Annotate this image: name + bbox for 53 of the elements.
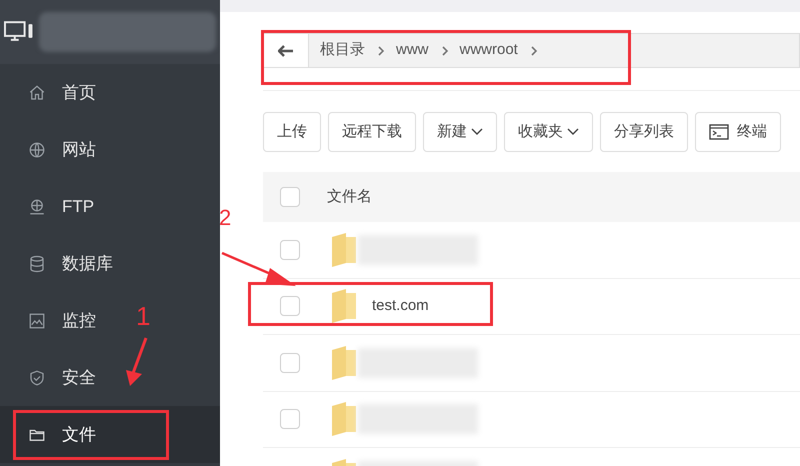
caret-icon [471,128,483,136]
checkbox[interactable] [280,187,300,207]
breadcrumb-link[interactable]: wwwroot [460,39,518,62]
checkbox[interactable] [280,240,300,260]
chevron-right-icon [440,44,448,56]
computer-icon [4,20,36,44]
sidebar-item[interactable]: 文件 [0,406,220,463]
sidebar-item[interactable]: FTP [0,178,130,235]
file-name: test.com [372,296,429,316]
network-globe-icon [28,198,46,216]
breadcrumb-link[interactable]: 根目录 [320,39,365,62]
step-number: 1 [136,303,150,329]
sidebar-label: 首页 [62,82,96,104]
back-button[interactable] [264,34,309,67]
sidebar-item[interactable]: 数据库 [0,235,130,292]
sidebar-label: 网站 [62,138,96,161]
sidebar-label: FTP [62,196,94,218]
globe-icon [28,140,46,158]
step-number: 2 [219,207,232,229]
arrow-annotation [124,336,150,388]
sidebar-label: 监控 [62,310,96,332]
folder-icon [332,346,356,380]
terminal-icon [709,124,729,140]
database-icon [28,254,46,272]
folder-icon [332,289,356,324]
sidebar-label: 安全 [62,366,96,389]
chart-frame-icon [28,312,46,330]
toolbar-button[interactable]: 新建 [423,112,497,152]
sidebar-label: 文件 [62,424,96,446]
checkbox[interactable] [280,296,300,316]
caret-icon [567,128,579,136]
toolbar-button[interactable]: 收藏夹 [504,112,593,152]
home-icon [28,84,46,102]
sidebar-item[interactable]: 监控 [0,292,130,349]
toolbar-button[interactable]: 远程下载 [328,112,416,152]
arrow-left-icon [278,44,294,56]
column-header: 文件名 [327,186,372,207]
toolbar-button[interactable]: 终端 [695,112,781,152]
breadcrumb-link[interactable]: www [396,39,428,62]
sidebar-item[interactable]: 网站 [0,121,130,178]
folder-icon [332,232,356,267]
checkbox[interactable] [280,352,300,373]
chevron-right-icon [377,44,385,56]
checkbox[interactable] [280,409,300,430]
toolbar-button[interactable]: 上传 [263,112,321,152]
sidebar-item[interactable]: 安全 [0,349,130,406]
chevron-right-icon [530,44,538,56]
shield-icon [28,368,46,386]
file-row[interactable]: test.com [263,278,800,335]
folder-icon [332,402,356,436]
toolbar-button[interactable]: 分享列表 [600,112,688,152]
sidebar-label: 数据库 [62,252,113,275]
sidebar-item[interactable]: 首页 [0,64,130,121]
